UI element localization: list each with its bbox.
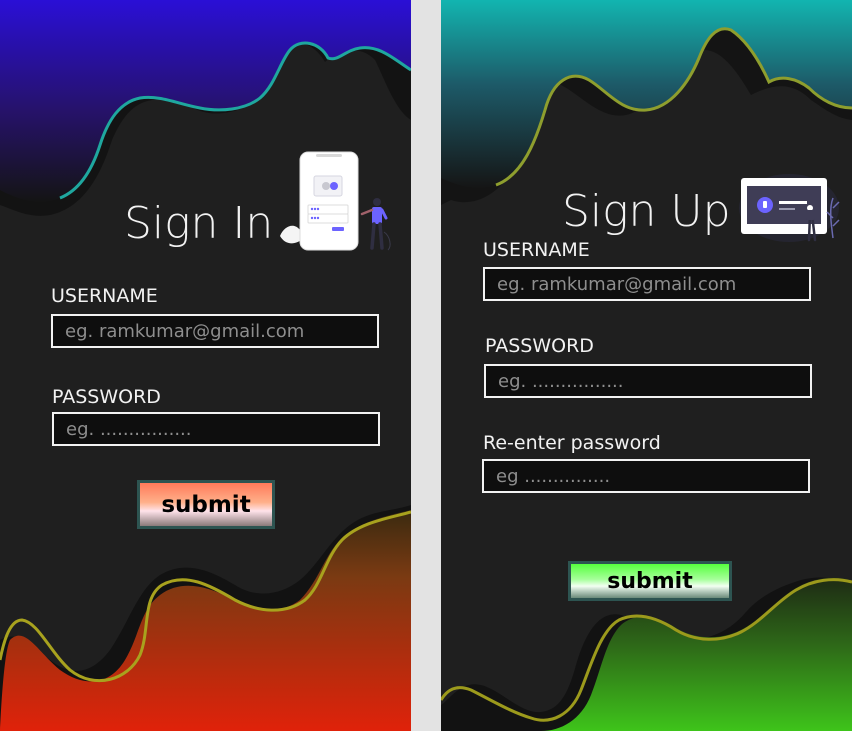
sign-up-submit-button[interactable]: submit bbox=[568, 561, 732, 601]
sign-up-title: Sign Up bbox=[562, 186, 731, 237]
sign-up-reenter-password-input[interactable] bbox=[482, 459, 810, 493]
sign-in-background-waves bbox=[0, 0, 411, 731]
sign-in-username-label: USERNAME bbox=[51, 285, 158, 307]
phone-login-illustration bbox=[280, 151, 391, 251]
sign-in-password-label: PASSWORD bbox=[52, 386, 161, 408]
sign-up-username-label: USERNAME bbox=[483, 239, 590, 261]
sign-in-username-input[interactable] bbox=[51, 314, 379, 348]
sign-up-panel: Sign Up USERNAME PASSWORD Re-enter passw… bbox=[441, 0, 852, 731]
sign-up-password-label: PASSWORD bbox=[485, 335, 594, 357]
sign-in-panel: Sign In USERNAME PASSWORD submit bbox=[0, 0, 411, 731]
sign-up-password-input[interactable] bbox=[484, 364, 812, 398]
sign-in-password-input[interactable] bbox=[52, 412, 380, 446]
sign-up-reenter-password-label: Re-enter password bbox=[483, 432, 661, 454]
secure-account-illustration bbox=[739, 174, 840, 242]
sign-in-submit-button[interactable]: submit bbox=[137, 480, 275, 529]
sign-up-username-input[interactable] bbox=[483, 267, 811, 301]
sign-in-title: Sign In bbox=[124, 198, 274, 249]
